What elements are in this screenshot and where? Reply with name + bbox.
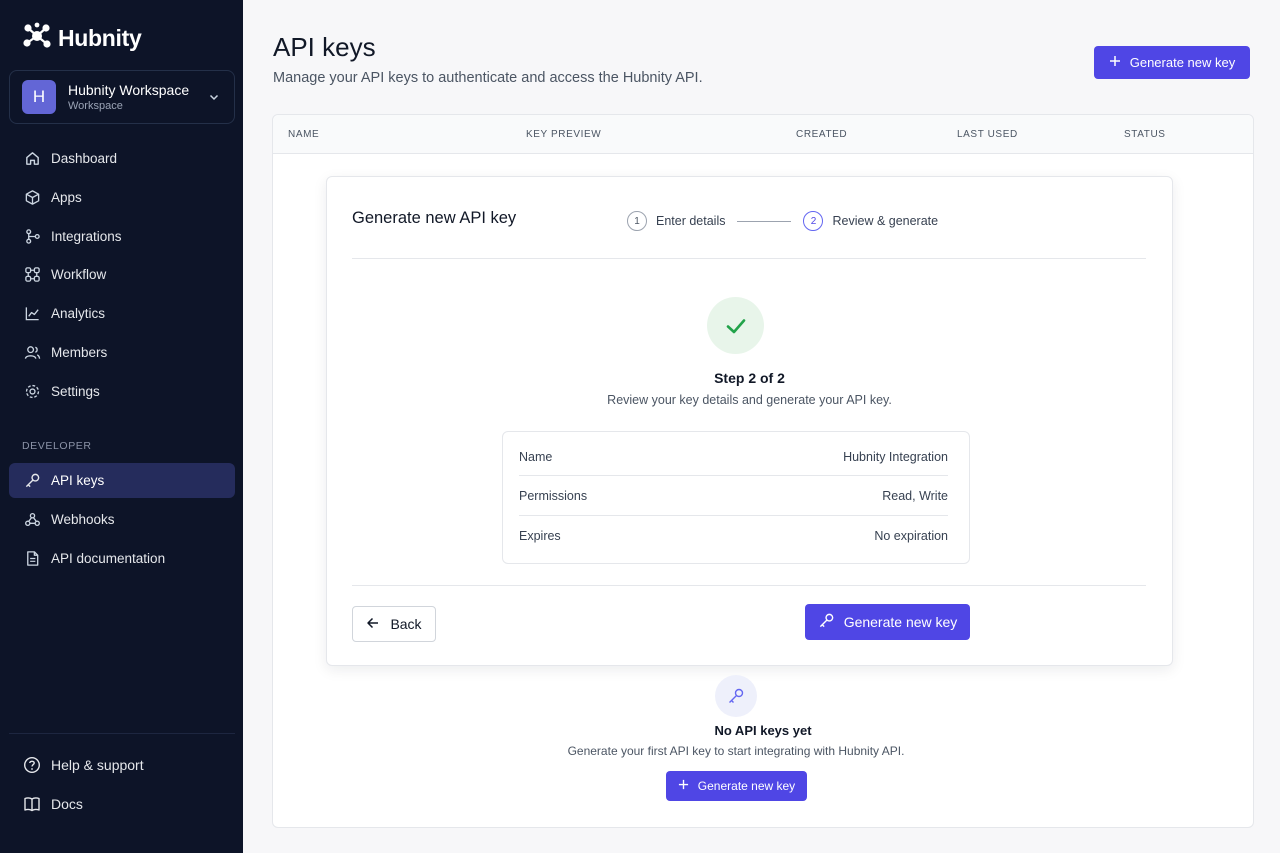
column-header-last-used[interactable]: LAST USED bbox=[957, 129, 1018, 140]
sidebar-item-label: Docs bbox=[51, 795, 83, 812]
brand-name: Hubnity bbox=[58, 25, 142, 51]
summary-value: Hubnity Integration bbox=[843, 450, 948, 464]
workspace-name: Hubnity Workspace bbox=[68, 82, 190, 98]
stepper: 1 Enter details 2 Review & generate bbox=[627, 211, 938, 231]
webhook-icon bbox=[23, 511, 41, 529]
button-label: Generate new key bbox=[697, 779, 796, 793]
sidebar-item-workflow[interactable]: Workflow bbox=[9, 257, 235, 292]
hubnity-logo-icon bbox=[22, 22, 52, 55]
workflow-icon bbox=[23, 266, 41, 284]
column-header-key-preview[interactable]: KEY PREVIEW bbox=[526, 129, 601, 140]
table-header: NAME KEY PREVIEW CREATED LAST USED STATU… bbox=[273, 115, 1253, 154]
button-label: Generate new key bbox=[1129, 55, 1236, 70]
sidebar-item-webhooks[interactable]: Webhooks bbox=[9, 502, 235, 537]
step-number: 1 bbox=[627, 211, 647, 231]
sidebar-item-help[interactable]: Help & support bbox=[9, 747, 235, 782]
summary-row-name: Name Hubnity Integration bbox=[519, 437, 948, 477]
workspace-switcher[interactable]: H Hubnity Workspace Workspace bbox=[9, 70, 235, 124]
column-header-status[interactable]: STATUS bbox=[1124, 129, 1166, 140]
step-label: Enter details bbox=[656, 214, 726, 228]
summary-key: Expires bbox=[519, 529, 561, 543]
book-icon bbox=[23, 795, 41, 813]
arrow-left-icon bbox=[366, 616, 380, 633]
sidebar-item-label: Analytics bbox=[51, 306, 106, 321]
summary-key: Name bbox=[519, 450, 553, 464]
chevron-down-icon bbox=[206, 89, 222, 105]
empty-state-description: Generate your first API key to start int… bbox=[567, 744, 905, 758]
home-icon bbox=[23, 150, 41, 168]
generate-key-dialog: Generate new API key 1 Enter details 2 R… bbox=[326, 176, 1173, 666]
plus-icon bbox=[678, 779, 689, 793]
chart-line-icon bbox=[23, 305, 41, 323]
sidebar-item-label: Apps bbox=[51, 190, 82, 205]
sidebar-item-api-documentation[interactable]: API documentation bbox=[9, 541, 235, 576]
gear-icon bbox=[23, 383, 41, 401]
key-icon bbox=[818, 612, 835, 632]
key-icon bbox=[715, 675, 757, 717]
sidebar-item-label: Settings bbox=[51, 384, 100, 399]
step-connector bbox=[737, 220, 792, 222]
brand-logo[interactable]: Hubnity bbox=[22, 22, 142, 55]
sidebar-divider bbox=[9, 733, 235, 734]
generate-key-submit-button[interactable]: Generate new key bbox=[805, 604, 970, 640]
sidebar: Hubnity H Hubnity Workspace Workspace Da… bbox=[0, 0, 243, 853]
step-title: Step 2 of 2 bbox=[714, 370, 785, 386]
summary-value: No expiration bbox=[874, 529, 948, 543]
dialog-title: Generate new API key bbox=[352, 209, 517, 227]
divider bbox=[352, 258, 1146, 259]
back-button[interactable]: Back bbox=[352, 606, 436, 642]
workspace-type: Workspace bbox=[68, 100, 123, 112]
plus-icon bbox=[1109, 55, 1121, 70]
summary-row-expires: Expires No expiration bbox=[519, 516, 948, 556]
integrations-icon bbox=[23, 228, 41, 246]
sidebar-item-label: Help & support bbox=[51, 756, 144, 773]
workspace-avatar: H bbox=[22, 80, 56, 114]
document-icon bbox=[23, 550, 41, 568]
key-summary: Name Hubnity Integration Permissions Rea… bbox=[502, 431, 970, 564]
sidebar-item-label: Dashboard bbox=[51, 151, 118, 166]
sidebar-item-api-keys[interactable]: API keys bbox=[9, 463, 235, 498]
summary-value: Read, Write bbox=[882, 489, 948, 503]
sidebar-item-dashboard[interactable]: Dashboard bbox=[9, 141, 235, 176]
sidebar-item-members[interactable]: Members bbox=[9, 335, 235, 370]
step-description: Review your key details and generate you… bbox=[607, 393, 892, 407]
sidebar-item-label: Workflow bbox=[51, 267, 107, 282]
empty-state-title: No API keys yet bbox=[714, 723, 812, 738]
column-header-name[interactable]: NAME bbox=[288, 129, 319, 140]
sidebar-item-apps[interactable]: Apps bbox=[9, 180, 235, 215]
sidebar-item-label: API documentation bbox=[51, 551, 166, 566]
empty-state-generate-button[interactable]: Generate new key bbox=[666, 771, 807, 801]
column-header-created[interactable]: CREATED bbox=[796, 129, 847, 140]
sidebar-item-label: Webhooks bbox=[51, 512, 115, 527]
developer-section-label: DEVELOPER bbox=[22, 440, 92, 452]
sidebar-item-settings[interactable]: Settings bbox=[9, 374, 235, 409]
key-icon bbox=[23, 472, 41, 490]
divider bbox=[352, 585, 1146, 586]
sidebar-item-label: Integrations bbox=[51, 229, 122, 244]
button-label: Generate new key bbox=[843, 614, 958, 630]
page-subtitle: Manage your API keys to authenticate and… bbox=[273, 70, 703, 86]
sidebar-item-label: Members bbox=[51, 345, 108, 360]
success-check-icon bbox=[707, 297, 764, 354]
users-icon bbox=[23, 344, 41, 362]
generate-new-key-button[interactable]: Generate new key bbox=[1094, 46, 1250, 79]
sidebar-item-analytics[interactable]: Analytics bbox=[9, 296, 235, 331]
step-number: 2 bbox=[803, 211, 824, 231]
summary-row-permissions: Permissions Read, Write bbox=[519, 476, 948, 516]
step-label: Review & generate bbox=[832, 214, 939, 228]
sidebar-item-integrations[interactable]: Integrations bbox=[9, 219, 235, 254]
help-icon bbox=[23, 756, 41, 774]
sidebar-item-docs[interactable]: Docs bbox=[9, 786, 235, 821]
sidebar-item-label: API keys bbox=[51, 473, 105, 488]
summary-key: Permissions bbox=[519, 489, 588, 503]
box-icon bbox=[23, 189, 41, 207]
button-label: Back bbox=[390, 616, 422, 632]
page-title: API keys bbox=[273, 32, 376, 62]
